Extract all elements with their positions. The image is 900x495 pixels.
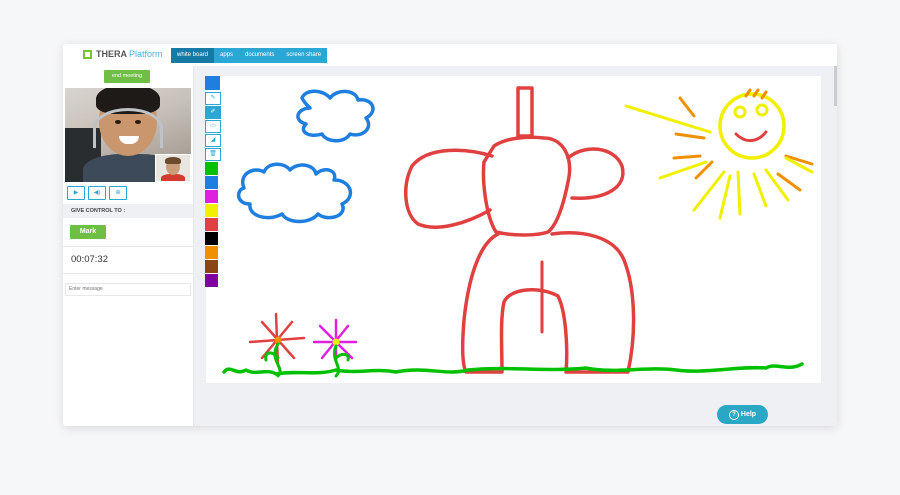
give-control-label: GIVE CONTROL TO : bbox=[63, 204, 193, 218]
logo-text: THERA bbox=[96, 49, 127, 59]
video-controls: ▶ ◀) ⊕ bbox=[67, 186, 127, 200]
pencil-icon[interactable]: ✎ bbox=[205, 92, 221, 105]
top-bar: THERA Platform white board apps documents… bbox=[63, 44, 837, 66]
logo-text-platform: Platform bbox=[129, 49, 163, 59]
whiteboard-toolbar: ✎ ✐ ▭ ◢ 🗑 bbox=[205, 76, 221, 288]
color-swatch-green[interactable] bbox=[205, 162, 218, 175]
sun-cheeks bbox=[744, 88, 768, 100]
trash-icon[interactable]: 🗑 bbox=[205, 148, 221, 161]
sun-rays-orange bbox=[672, 96, 814, 192]
green-ground bbox=[222, 362, 804, 376]
tab-white-board[interactable]: white board bbox=[171, 48, 215, 63]
whiteboard-canvas[interactable] bbox=[206, 76, 821, 383]
current-color-swatch[interactable] bbox=[205, 76, 220, 90]
color-swatch-black[interactable] bbox=[205, 232, 218, 245]
logo: THERA Platform bbox=[83, 49, 163, 59]
red-figure-right-arm bbox=[566, 147, 625, 200]
red-flower-center bbox=[274, 336, 282, 344]
tab-bar: white board apps documents screen share bbox=[171, 48, 328, 63]
end-meeting-button[interactable]: end meeting bbox=[104, 70, 150, 83]
video-person-eye-left bbox=[115, 120, 121, 124]
help-label: Help bbox=[740, 411, 757, 418]
zoom-icon[interactable]: ⊕ bbox=[109, 186, 127, 200]
app-window: THERA Platform white board apps documents… bbox=[63, 44, 837, 426]
camera-icon[interactable]: ▶ bbox=[67, 186, 85, 200]
tab-screen-share[interactable]: screen share bbox=[280, 48, 328, 63]
color-swatch-yellow[interactable] bbox=[205, 204, 218, 217]
text-icon[interactable]: ▭ bbox=[205, 120, 221, 133]
color-swatch-purple[interactable] bbox=[205, 274, 218, 287]
blue-cloud-bottom bbox=[236, 162, 353, 224]
participant-mark-button[interactable]: Mark bbox=[70, 225, 106, 239]
color-swatch-red[interactable] bbox=[205, 218, 218, 231]
pip-hair bbox=[165, 157, 181, 164]
eraser-icon[interactable]: ◢ bbox=[205, 134, 221, 147]
video-feed bbox=[65, 88, 191, 182]
help-icon: ? bbox=[728, 410, 739, 420]
color-swatch-brown[interactable] bbox=[205, 260, 218, 273]
pip-shirt bbox=[161, 174, 185, 181]
video-person-eye-right bbox=[135, 120, 141, 124]
tab-apps[interactable]: apps bbox=[214, 48, 240, 63]
logo-mark-icon bbox=[83, 49, 92, 59]
message-input[interactable] bbox=[65, 283, 191, 296]
divider bbox=[63, 273, 193, 274]
sun-mouth bbox=[734, 130, 768, 142]
color-swatch-orange[interactable] bbox=[205, 246, 218, 259]
help-button[interactable]: ? Help bbox=[717, 405, 768, 424]
drawing bbox=[222, 86, 814, 378]
color-swatch-blue[interactable] bbox=[205, 176, 218, 189]
brush-icon[interactable]: ✐ bbox=[205, 106, 221, 119]
red-figure-body bbox=[481, 135, 572, 237]
sidebar: end meeting ▶ ◀) ⊕ GIVE CONTROL TO : Mar… bbox=[63, 66, 194, 426]
sun-face bbox=[718, 92, 786, 160]
self-view-video bbox=[155, 154, 191, 182]
sun-eye-left bbox=[733, 105, 747, 119]
red-figure-left-arm bbox=[404, 148, 494, 229]
color-swatch-magenta[interactable] bbox=[205, 190, 218, 203]
red-figure-neck bbox=[516, 86, 534, 138]
speaker-icon[interactable]: ◀) bbox=[88, 186, 106, 200]
magenta-flower-center bbox=[332, 338, 340, 346]
sun-eye-right bbox=[755, 103, 769, 117]
whiteboard-area: ✎ ✐ ▭ ◢ 🗑 bbox=[194, 66, 837, 426]
red-figure-legs bbox=[460, 231, 636, 374]
participant-row: Mark bbox=[63, 218, 193, 247]
session-timer: 00:07:32 bbox=[71, 254, 108, 265]
scrollbar[interactable] bbox=[834, 66, 837, 106]
blue-cloud-top bbox=[296, 89, 375, 143]
tab-documents[interactable]: documents bbox=[239, 48, 281, 63]
